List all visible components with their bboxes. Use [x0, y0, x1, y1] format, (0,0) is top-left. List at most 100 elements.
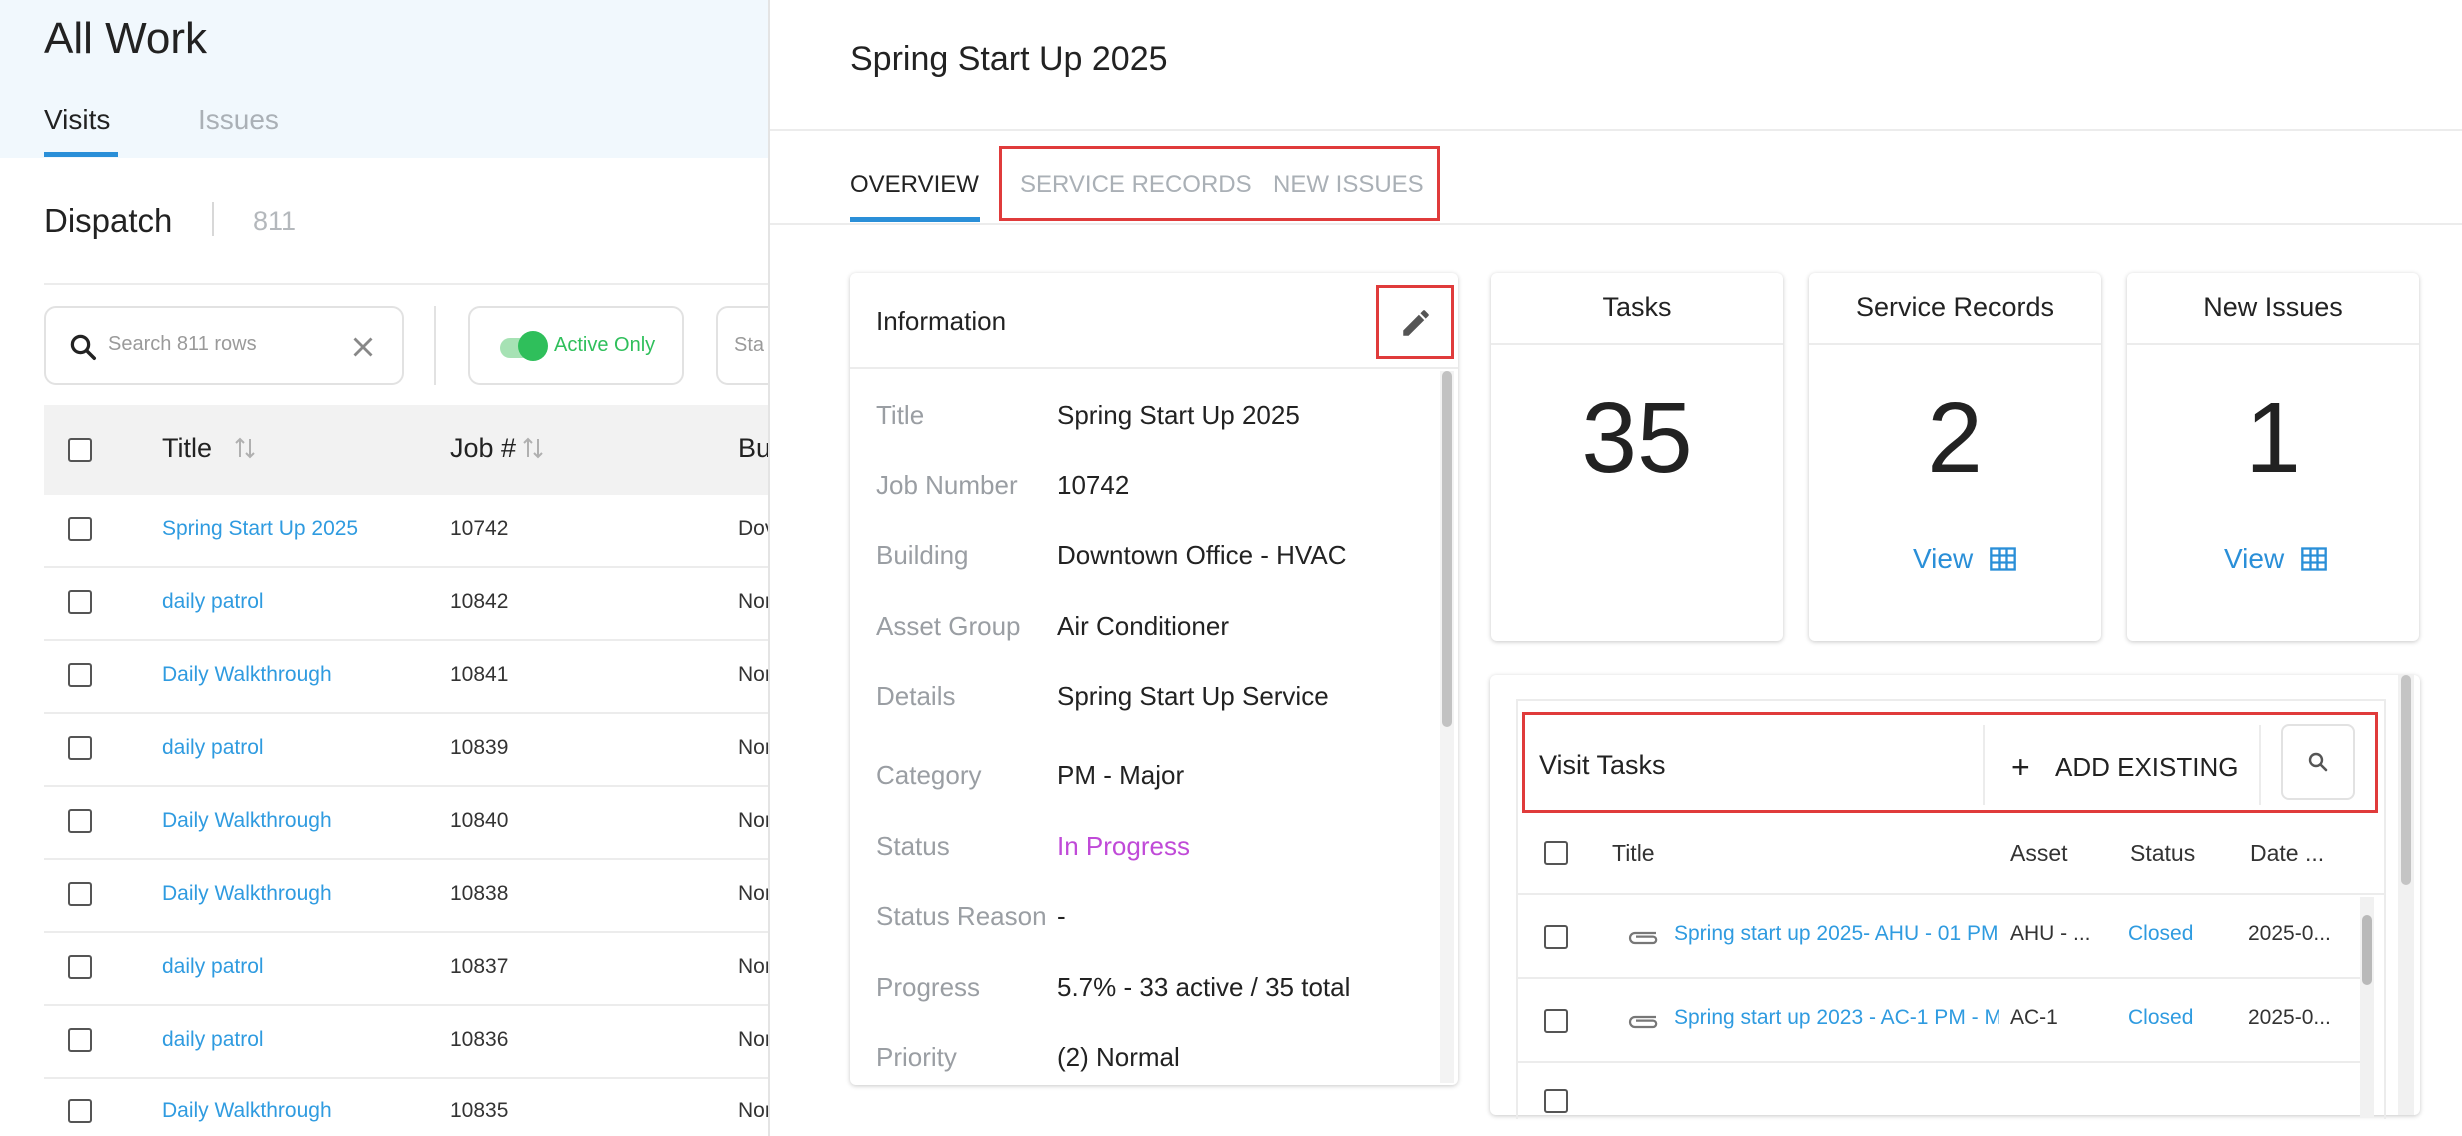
sort-icon[interactable]	[234, 435, 256, 461]
row-building: Nor	[738, 663, 768, 686]
visit-tasks-toolbar: Visit Tasks + ADD EXISTING	[1522, 712, 2378, 813]
row-checkbox[interactable]	[68, 1028, 92, 1052]
information-scroll-thumb[interactable]	[1442, 371, 1452, 727]
row-checkbox[interactable]	[68, 1099, 92, 1123]
clear-icon[interactable]	[346, 330, 380, 364]
divider	[434, 306, 436, 385]
highlight-box	[999, 146, 1440, 221]
row-building: Nor	[738, 736, 768, 759]
table-row[interactable]: Spring Start Up 2025 10742 Dov	[44, 495, 768, 568]
search-placeholder: Search 811 rows	[108, 333, 257, 355]
work-list-header: All Work Visits Issues	[0, 0, 768, 158]
row-title-link[interactable]: Daily Walkthrough	[162, 882, 332, 906]
information-card: Information Title Spring Start Up 2025 J…	[850, 273, 1458, 1085]
tab-visits[interactable]: Visits	[44, 104, 110, 136]
row-job-number: 10841	[450, 663, 509, 686]
task-row-partial[interactable]	[1516, 1065, 2360, 1136]
divider	[1491, 343, 1783, 345]
row-title-link[interactable]: daily patrol	[162, 736, 264, 760]
new-issues-stat-card: New Issues 1 View	[2127, 273, 2419, 641]
task-asset: AHU - ...	[2010, 922, 2091, 945]
column-header-building[interactable]: Bu	[738, 433, 768, 464]
column-header-title[interactable]: Title	[1612, 840, 1655, 867]
tab-overview-indicator	[850, 217, 980, 222]
task-row[interactable]: Spring start up 2025- AHU - 01 PM AHU - …	[1516, 897, 2360, 979]
task-status: Closed	[2128, 922, 2194, 945]
visit-tasks-scroll-thumb[interactable]	[2401, 675, 2411, 885]
tab-issues[interactable]: Issues	[198, 104, 279, 136]
search-input[interactable]: Search 811 rows	[44, 306, 404, 385]
column-header-status[interactable]: Status	[2130, 840, 2195, 867]
new-issues-view-link[interactable]: View	[2224, 543, 2284, 575]
dispatch-count: 811	[253, 206, 297, 236]
task-title-link[interactable]: Spring start up 2025- AHU - 01 PM	[1674, 922, 1999, 946]
row-checkbox[interactable]	[68, 517, 92, 541]
table-row[interactable]: daily patrol 10842 Nor	[44, 568, 768, 641]
divider	[770, 129, 2462, 131]
active-only-toggle[interactable]: Active Only	[468, 306, 684, 385]
column-header-asset[interactable]: Asset	[2010, 840, 2068, 867]
divider	[2127, 343, 2419, 345]
row-checkbox[interactable]	[68, 955, 92, 979]
tab-visits-indicator	[44, 152, 118, 157]
table-row[interactable]: daily patrol 10836 Nor	[44, 1006, 768, 1079]
task-row-checkbox[interactable]	[1544, 1009, 1568, 1033]
table-row[interactable]: Daily Walkthrough 10840 Nor	[44, 787, 768, 860]
row-title-link[interactable]: daily patrol	[162, 1028, 264, 1052]
table-row[interactable]: Daily Walkthrough 10835 Nor	[44, 1077, 768, 1136]
row-building: Nor	[738, 955, 768, 978]
row-title-link[interactable]: Daily Walkthrough	[162, 1099, 332, 1123]
field-label: Category	[876, 760, 982, 790]
table-row[interactable]: daily patrol 10839 Nor	[44, 714, 768, 787]
tasks-stat-card: Tasks 35	[1491, 273, 1783, 641]
task-search-button[interactable]	[2281, 724, 2355, 800]
row-title-link[interactable]: Daily Walkthrough	[162, 663, 332, 687]
divider	[212, 202, 214, 236]
table-row[interactable]: daily patrol 10837 Nor	[44, 933, 768, 1006]
task-title-link[interactable]: Spring start up 2023 - AC-1 PM - M	[1674, 1006, 1999, 1030]
select-all-tasks-checkbox[interactable]	[1544, 841, 1568, 865]
tasks-count: 35	[1581, 382, 1693, 494]
row-checkbox[interactable]	[68, 882, 92, 906]
task-row[interactable]: Spring start up 2023 - AC-1 PM - M AC-1 …	[1516, 981, 2360, 1063]
tasks-table-scroll-thumb[interactable]	[2362, 915, 2372, 985]
tasks-stat-title: Tasks	[1602, 292, 1672, 322]
table-row[interactable]: Daily Walkthrough 10841 Nor	[44, 641, 768, 714]
row-title-link[interactable]: Spring Start Up 2025	[162, 517, 358, 541]
new-issues-stat-title: New Issues	[2203, 292, 2343, 322]
row-building: Dov	[738, 517, 768, 540]
row-checkbox[interactable]	[68, 663, 92, 687]
row-job-number: 10836	[450, 1028, 509, 1051]
row-job-number: 10835	[450, 1099, 509, 1122]
service-records-stat-card: Service Records 2 View	[1809, 273, 2101, 641]
sort-icon[interactable]	[522, 435, 544, 461]
row-title-link[interactable]: daily patrol	[162, 955, 264, 979]
table-row[interactable]: Daily Walkthrough 10838 Nor	[44, 860, 768, 933]
row-title-link[interactable]: Daily Walkthrough	[162, 809, 332, 833]
grid-icon[interactable]	[2300, 545, 2328, 573]
tab-overview[interactable]: OVERVIEW	[850, 171, 979, 199]
column-header-job[interactable]: Job #	[450, 433, 516, 464]
field-label: Building	[876, 540, 969, 570]
row-title-link[interactable]: daily patrol	[162, 590, 264, 614]
column-header-title[interactable]: Title	[162, 433, 212, 464]
row-building: Nor	[738, 809, 768, 832]
task-row-checkbox[interactable]	[1544, 1089, 1568, 1113]
edit-button[interactable]	[1376, 285, 1454, 359]
divider	[1809, 343, 2101, 345]
row-checkbox[interactable]	[68, 736, 92, 760]
row-checkbox[interactable]	[68, 809, 92, 833]
status-filter[interactable]: Sta	[716, 306, 768, 385]
task-row-checkbox[interactable]	[1544, 925, 1568, 949]
select-all-checkbox[interactable]	[68, 438, 92, 462]
service-records-view-link[interactable]: View	[1913, 543, 1973, 575]
add-existing-button[interactable]: + ADD EXISTING	[1983, 725, 2261, 805]
visit-tasks-title: Visit Tasks	[1539, 750, 1666, 780]
grid-icon[interactable]	[1989, 545, 2017, 573]
row-job-number: 10842	[450, 590, 509, 613]
column-header-date[interactable]: Date ...	[2250, 840, 2324, 867]
search-icon	[70, 334, 96, 360]
row-job-number: 10837	[450, 955, 509, 978]
row-checkbox[interactable]	[68, 590, 92, 614]
field-value-job-number: 10742	[1057, 470, 1130, 500]
